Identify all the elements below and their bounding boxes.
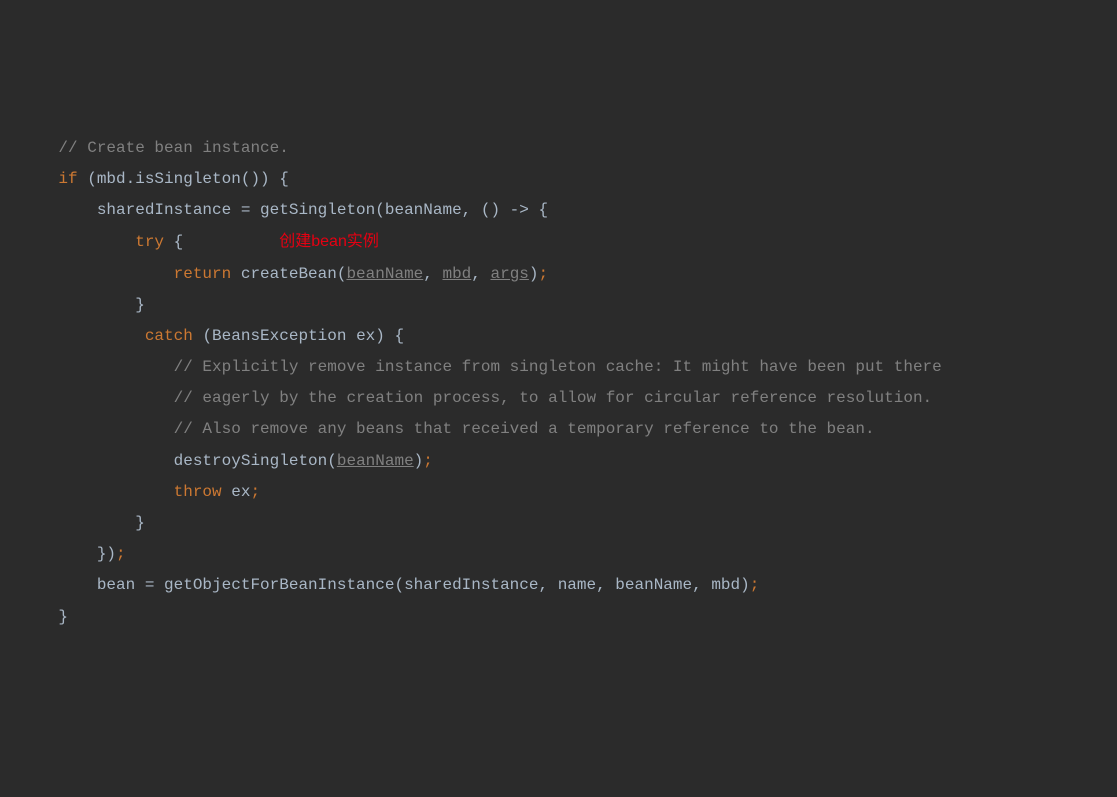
brace: } [135,296,145,314]
semicolon: ; [423,452,433,470]
code-line: catch (BeansException ex) { [0,321,1117,352]
semicolon: ; [250,483,260,501]
code-text: (mbd.isSingleton()) { [78,170,289,188]
brace: } [135,514,145,532]
code-line: try { 创建bean实例 [0,226,1117,258]
code-line: // Create bean instance. [0,133,1117,164]
code-line: // eagerly by the creation process, to a… [0,383,1117,414]
code-text: ex [222,483,251,501]
code-editor[interactable]: // Create bean instance. if (mbd.isSingl… [0,133,1117,633]
code-line: if (mbd.isSingleton()) { [0,164,1117,195]
code-line: bean = getObjectForBeanInstance(sharedIn… [0,570,1117,601]
comment-text: // Also remove any beans that received a… [174,420,875,438]
comment-text: // eagerly by the creation process, to a… [174,389,933,407]
code-line: destroySingleton(beanName); [0,446,1117,477]
semicolon: ; [539,265,549,283]
code-line: // Also remove any beans that received a… [0,414,1117,445]
code-line: } [0,508,1117,539]
keyword-return: return [174,265,232,283]
code-text: bean = getObjectForBeanInstance(sharedIn… [97,576,750,594]
code-line: // Explicitly remove instance from singl… [0,352,1117,383]
comment-text: // Explicitly remove instance from singl… [174,358,942,376]
code-text: destroySingleton( [174,452,337,470]
code-line: sharedInstance = getSingleton(beanName, … [0,195,1117,226]
code-text: createBean( [231,265,346,283]
keyword-catch: catch [145,327,193,345]
brace: } [58,608,68,626]
comma: , [471,265,490,283]
semicolon: ; [750,576,760,594]
brace: { [164,233,183,251]
paren: ) [529,265,539,283]
semicolon: ; [116,545,126,563]
code-line: throw ex; [0,477,1117,508]
keyword-try: try [135,233,164,251]
keyword-if: if [58,170,77,188]
comment-text: // Create bean instance. [58,139,288,157]
param-underlined: mbd [442,265,471,283]
param-underlined: beanName [346,265,423,283]
paren: ) [414,452,424,470]
code-line: return createBean(beanName, mbd, args); [0,259,1117,290]
param-underlined: beanName [337,452,414,470]
annotation-text: 创建bean实例 [279,233,379,250]
param-underlined: args [490,265,528,283]
brace: }) [97,545,116,563]
code-line: } [0,602,1117,633]
code-text: sharedInstance = getSingleton(beanName, … [97,201,548,219]
keyword-throw: throw [174,483,222,501]
code-text: (BeansException ex) { [193,327,404,345]
comma: , [423,265,442,283]
code-line: }); [0,539,1117,570]
code-line: } [0,290,1117,321]
